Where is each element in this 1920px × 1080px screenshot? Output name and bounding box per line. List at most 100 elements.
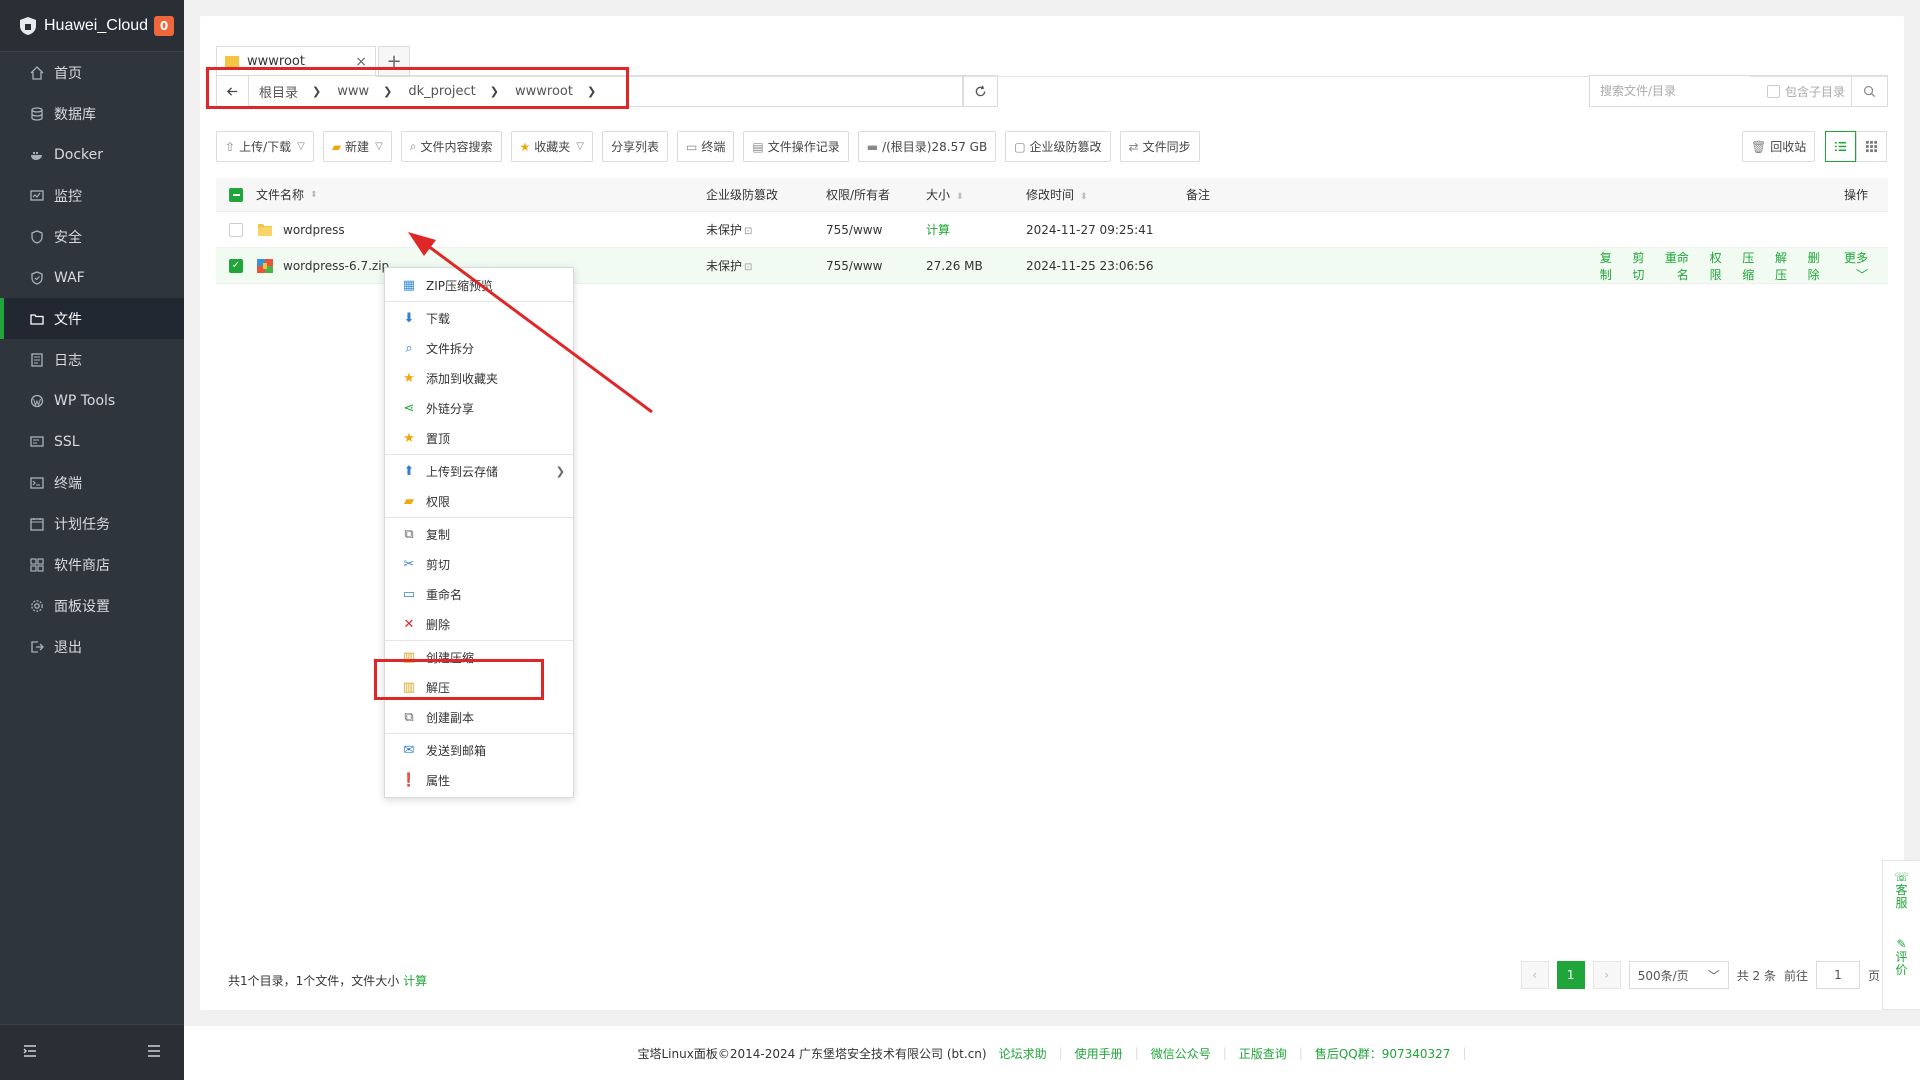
share-list-button[interactable]: 分享列表 bbox=[602, 131, 669, 162]
breadcrumb-item[interactable]: wwwroot ❯ bbox=[505, 84, 602, 99]
footer-link-wechat[interactable]: 微信公众号 bbox=[1151, 1045, 1211, 1062]
sort-icon[interactable]: ⬍ bbox=[1080, 192, 1088, 202]
menu-list-icon[interactable] bbox=[146, 1043, 162, 1063]
menu-item-pin[interactable]: ★ 置顶 bbox=[385, 423, 573, 453]
customer-service-button[interactable]: ☏ 客服 bbox=[1894, 871, 1909, 910]
sidebar-item-cron[interactable]: 计划任务 bbox=[0, 503, 184, 544]
goto-page-input[interactable]: 1 bbox=[1815, 961, 1860, 989]
footer-link-manual[interactable]: 使用手册 bbox=[1075, 1045, 1123, 1062]
prev-page-button[interactable]: ‹ bbox=[1520, 961, 1549, 989]
delete-action[interactable]: 删除 bbox=[1796, 249, 1820, 283]
permission[interactable]: 755/www bbox=[826, 223, 926, 237]
menu-item-rename[interactable]: ▭ 重命名 bbox=[385, 579, 573, 609]
row-checkbox[interactable]: ✓ bbox=[229, 258, 243, 273]
search-icon[interactable] bbox=[1851, 76, 1887, 106]
disk-button[interactable]: ▬/(根目录)28.57 GB bbox=[857, 131, 997, 162]
menu-item-zip-preview[interactable]: ▦ ZIP压缩预览 bbox=[385, 270, 573, 300]
menu-item-extract[interactable]: ▥ 解压 bbox=[385, 672, 573, 702]
new-button[interactable]: ▰ 新建 ▽ bbox=[322, 131, 392, 162]
menu-item-cut[interactable]: ✂ 剪切 bbox=[385, 549, 573, 579]
grid-view-button[interactable] bbox=[1856, 131, 1887, 162]
sidebar-item-store[interactable]: 软件商店 bbox=[0, 544, 184, 585]
sidebar-item-terminal[interactable]: 终端 bbox=[0, 462, 184, 503]
favorites-button[interactable]: ★ 收藏夹 ▽ bbox=[510, 131, 593, 162]
sidebar-item-monitor[interactable]: 监控 bbox=[0, 175, 184, 216]
tab-wwwroot[interactable]: wwwroot × bbox=[216, 46, 376, 77]
sidebar-item-database[interactable]: 数据库 bbox=[0, 93, 184, 134]
header-name[interactable]: 文件名称 ⬍ bbox=[256, 186, 706, 203]
close-icon[interactable]: × bbox=[355, 54, 367, 70]
back-arrow-icon[interactable] bbox=[217, 76, 249, 106]
header-mtime[interactable]: 修改时间 ⬍ bbox=[1026, 186, 1186, 203]
sidebar-item-logout[interactable]: 退出 bbox=[0, 626, 184, 667]
permission-action[interactable]: 权限 bbox=[1698, 249, 1722, 283]
menu-item-send-mail[interactable]: ✉ 发送到邮箱 bbox=[385, 735, 573, 765]
sidebar-item-files[interactable]: 文件 bbox=[0, 298, 184, 339]
sort-icon[interactable]: ⬍ bbox=[956, 192, 964, 202]
operation-log-button[interactable]: ▤ 文件操作记录 bbox=[743, 131, 849, 162]
sidebar-item-wp-tools[interactable]: WP Tools bbox=[0, 380, 184, 421]
page-size-select[interactable]: 500条/页 ﹀ bbox=[1628, 961, 1729, 989]
page-number[interactable]: 1 bbox=[1556, 961, 1585, 989]
file-name[interactable]: wordpress bbox=[283, 223, 345, 237]
sidebar-item-settings[interactable]: 面板设置 bbox=[0, 585, 184, 626]
menu-item-share[interactable]: ⋖ 外链分享 bbox=[385, 393, 573, 423]
sort-icon[interactable]: ⬍ bbox=[310, 190, 318, 200]
permission[interactable]: 755/www bbox=[826, 259, 926, 273]
tamper-protect-button[interactable]: ▢ 企业级防篡改 bbox=[1005, 131, 1111, 162]
menu-item-split[interactable]: ⌕ 文件拆分 bbox=[385, 333, 573, 363]
footer-link-qq[interactable]: 售后QQ群：907340327 bbox=[1315, 1045, 1451, 1062]
menu-item-duplicate[interactable]: ⧉ 创建副本 bbox=[385, 702, 573, 732]
sidebar-item-docker[interactable]: Docker bbox=[0, 134, 184, 175]
compress-action[interactable]: 压缩 bbox=[1731, 249, 1754, 283]
sidebar-item-logs[interactable]: 日志 bbox=[0, 339, 184, 380]
notification-badge[interactable]: 0 bbox=[154, 15, 174, 36]
menu-item-properties[interactable]: ❗ 属性 bbox=[385, 765, 573, 795]
copy-action[interactable]: 复制 bbox=[1588, 249, 1612, 283]
select-all-checkbox[interactable] bbox=[229, 187, 243, 202]
breadcrumb-item[interactable]: dk_project ❯ bbox=[398, 84, 505, 99]
review-button[interactable]: ✎ 评价 bbox=[1895, 938, 1909, 977]
add-tab-button[interactable]: + bbox=[378, 46, 410, 77]
row-checkbox[interactable] bbox=[229, 222, 243, 237]
breadcrumb-item[interactable]: 根目录 ❯ bbox=[249, 82, 327, 101]
footer-link-forum[interactable]: 论坛求助 bbox=[999, 1045, 1047, 1062]
path-bar[interactable]: 根目录 ❯ www ❯ dk_project ❯ wwwroot ❯ bbox=[216, 75, 963, 107]
more-action[interactable]: 更多 ﹀ bbox=[1829, 249, 1868, 283]
unlock-icon[interactable]: ⊡ bbox=[744, 226, 752, 237]
rename-action[interactable]: 重命名 bbox=[1653, 249, 1689, 283]
menu-item-add-favorite[interactable]: ★ 添加到收藏夹 bbox=[385, 363, 573, 393]
sidebar-item-security[interactable]: 安全 bbox=[0, 216, 184, 257]
collapse-menu-icon[interactable] bbox=[22, 1043, 38, 1063]
menu-item-delete[interactable]: ✕ 删除 bbox=[385, 609, 573, 639]
calc-size-link[interactable]: 计算 bbox=[926, 221, 1026, 238]
search-input[interactable] bbox=[1590, 76, 1750, 106]
footer-link-license[interactable]: 正版查询 bbox=[1239, 1045, 1287, 1062]
recycle-bin-button[interactable]: 🗑 回收站 bbox=[1742, 131, 1816, 162]
include-subdir-toggle[interactable]: 包含子目录 bbox=[1766, 83, 1845, 100]
content-search-button[interactable]: ⌕ 文件内容搜索 bbox=[400, 131, 502, 162]
sidebar-item-home[interactable]: 首页 bbox=[0, 52, 184, 93]
sidebar-item-waf[interactable]: WAF bbox=[0, 257, 184, 298]
table-row[interactable]: wordpress 未保护 ⊡ 755/www 计算 2024-11-27 09:… bbox=[216, 212, 1888, 248]
list-view-button[interactable] bbox=[1825, 131, 1856, 162]
file-name[interactable]: wordpress-6.7.zip bbox=[283, 259, 389, 273]
menu-item-copy[interactable]: ⧉ 复制 bbox=[385, 519, 573, 549]
file-sync-button[interactable]: ⇄ 文件同步 bbox=[1119, 131, 1200, 162]
next-page-button[interactable]: › bbox=[1592, 961, 1621, 989]
include-subdir-checkbox[interactable] bbox=[1766, 84, 1780, 98]
terminal-button[interactable]: ▭ 终端 bbox=[677, 131, 735, 162]
sidebar-item-ssl[interactable]: SSL bbox=[0, 421, 184, 462]
menu-item-compress[interactable]: ▥ 创建压缩 bbox=[385, 642, 573, 672]
menu-item-permission[interactable]: ▰ 权限 bbox=[385, 486, 573, 516]
cut-action[interactable]: 剪切 bbox=[1621, 249, 1644, 283]
header-size[interactable]: 大小 ⬍ bbox=[926, 186, 1026, 203]
calc-total-link[interactable]: 计算 bbox=[403, 974, 427, 988]
upload-download-button[interactable]: ⇧ 上传/下载 ▽ bbox=[216, 131, 314, 162]
breadcrumb-item[interactable]: www ❯ bbox=[327, 84, 398, 99]
menu-item-download[interactable]: ⬇ 下载 bbox=[385, 303, 573, 333]
extract-action[interactable]: 解压 bbox=[1763, 249, 1787, 283]
refresh-button[interactable] bbox=[963, 75, 998, 107]
unlock-icon[interactable]: ⊡ bbox=[744, 262, 752, 273]
menu-item-cloud-upload[interactable]: ⬆ 上传到云存储 ❯ bbox=[385, 456, 573, 486]
